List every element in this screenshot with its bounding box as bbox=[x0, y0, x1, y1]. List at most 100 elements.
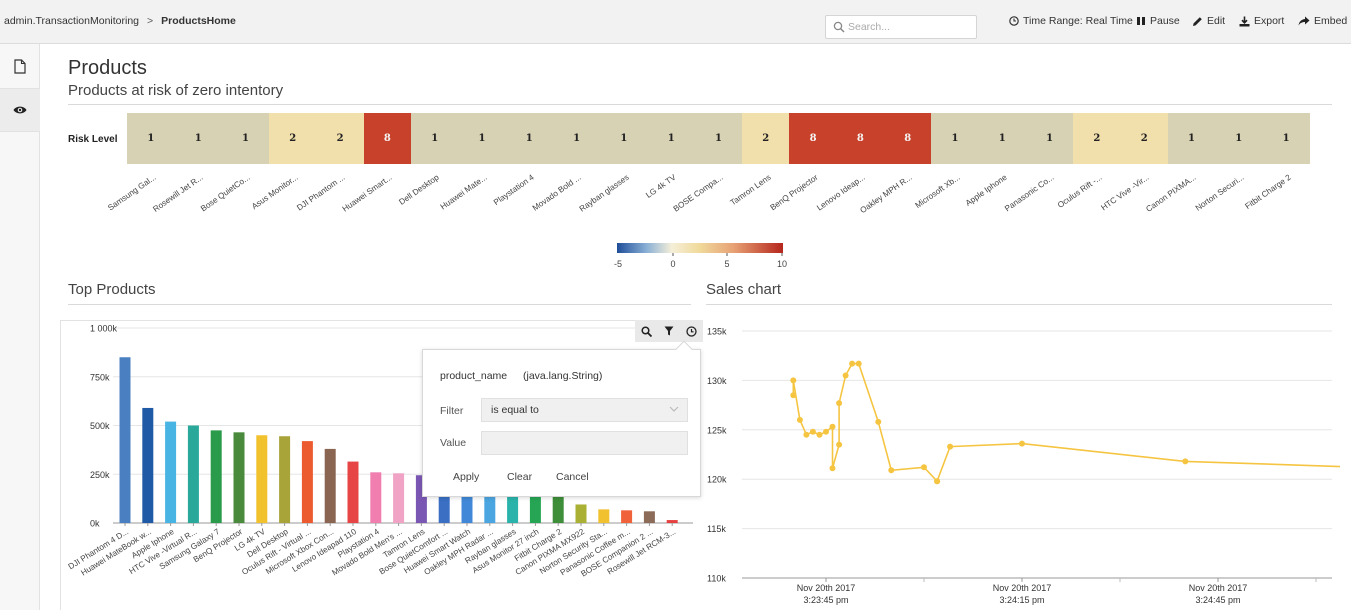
file-icon bbox=[14, 58, 26, 74]
x-tick-time: 3:23:45 pm bbox=[803, 595, 848, 605]
data-point[interactable] bbox=[947, 443, 954, 450]
heatmap-cell[interactable]: 1 bbox=[505, 113, 554, 164]
heatmap-cell[interactable]: 1 bbox=[552, 113, 601, 164]
pause-button[interactable]: Pause bbox=[1136, 15, 1180, 27]
edit-button[interactable]: Edit bbox=[1192, 15, 1225, 27]
clock-icon bbox=[1009, 16, 1019, 26]
bar[interactable] bbox=[643, 511, 655, 523]
heatmap-cell[interactable]: 1 bbox=[458, 113, 506, 164]
embed-button[interactable]: Embed bbox=[1298, 15, 1347, 27]
data-point[interactable] bbox=[934, 478, 941, 485]
heatmap-cell[interactable]: 8 bbox=[883, 113, 932, 164]
sidebar-item-view[interactable] bbox=[0, 88, 40, 132]
data-point[interactable] bbox=[849, 360, 856, 367]
legend-tick: 10 bbox=[776, 259, 787, 269]
data-point[interactable] bbox=[816, 431, 823, 438]
legend-tick: 0 bbox=[670, 259, 676, 269]
time-range-button[interactable]: Time Range: Real Time bbox=[1009, 15, 1133, 27]
bar[interactable] bbox=[575, 504, 587, 523]
heatmap-cell[interactable]: 1 bbox=[1167, 113, 1216, 164]
bar[interactable] bbox=[598, 509, 610, 523]
data-point[interactable] bbox=[829, 423, 836, 430]
bar[interactable] bbox=[393, 473, 405, 523]
data-point[interactable] bbox=[790, 377, 797, 384]
bar[interactable] bbox=[347, 461, 359, 523]
heatmap-cell[interactable]: 8 bbox=[789, 113, 837, 164]
bar[interactable] bbox=[324, 448, 336, 523]
filter-label: Filter bbox=[440, 405, 464, 417]
data-point[interactable] bbox=[823, 428, 829, 435]
breadcrumb-parent[interactable]: admin.TransactionMonitoring bbox=[4, 15, 139, 27]
y-tick-label: 135k bbox=[707, 327, 727, 337]
bar[interactable] bbox=[233, 432, 245, 523]
data-point[interactable] bbox=[790, 392, 797, 399]
heatmap-row-label: Risk Level bbox=[68, 134, 118, 145]
data-point[interactable] bbox=[809, 428, 816, 435]
export-button[interactable]: Export bbox=[1239, 15, 1284, 27]
bar[interactable] bbox=[301, 441, 313, 523]
pencil-icon bbox=[1193, 16, 1202, 26]
data-point[interactable] bbox=[836, 441, 843, 448]
legend-tick: -5 bbox=[613, 259, 622, 269]
sidebar bbox=[0, 44, 40, 610]
bar[interactable] bbox=[256, 435, 268, 523]
breadcrumb: admin.TransactionMonitoring > ProductsHome bbox=[4, 15, 236, 27]
heatmap-cell[interactable]: 1 bbox=[600, 113, 648, 164]
data-point[interactable] bbox=[875, 418, 882, 425]
clear-button[interactable]: Clear bbox=[507, 471, 532, 483]
data-point[interactable] bbox=[1019, 440, 1025, 447]
data-point[interactable] bbox=[855, 360, 862, 367]
data-point[interactable] bbox=[1182, 458, 1189, 465]
filter-operator-select[interactable]: is equal to bbox=[481, 398, 688, 422]
heatmap-cell[interactable]: 1 bbox=[1025, 113, 1074, 164]
y-tick-label: 250k bbox=[90, 470, 110, 480]
data-point[interactable] bbox=[888, 467, 895, 474]
data-point[interactable] bbox=[921, 464, 927, 471]
bar[interactable] bbox=[210, 430, 222, 523]
sidebar-item-document[interactable] bbox=[0, 44, 40, 88]
data-point[interactable] bbox=[796, 416, 803, 423]
bar[interactable] bbox=[119, 357, 131, 523]
heatmap-cell[interactable]: 1 bbox=[931, 113, 979, 164]
zoom-icon[interactable] bbox=[641, 325, 652, 337]
heatmap-cell[interactable]: 1 bbox=[221, 113, 270, 164]
bar[interactable] bbox=[279, 436, 291, 523]
heatmap-cell[interactable]: 2 bbox=[741, 113, 790, 164]
clock-icon[interactable] bbox=[686, 325, 697, 337]
bar[interactable] bbox=[370, 472, 382, 523]
data-point[interactable] bbox=[829, 465, 836, 472]
bar[interactable] bbox=[666, 520, 678, 523]
search-input[interactable] bbox=[848, 18, 968, 36]
search-box[interactable] bbox=[825, 15, 977, 39]
heatmap-cell[interactable]: 2 bbox=[316, 113, 364, 164]
bar[interactable] bbox=[621, 510, 633, 523]
filter-value-input[interactable] bbox=[481, 431, 688, 455]
data-point[interactable] bbox=[803, 431, 810, 438]
heatmap-cell[interactable]: 1 bbox=[174, 113, 223, 164]
heatmap-cell[interactable]: 8 bbox=[836, 113, 885, 164]
heatmap-cell[interactable]: 1 bbox=[127, 113, 175, 164]
apply-button[interactable]: Apply bbox=[453, 471, 479, 483]
filter-icon[interactable] bbox=[664, 326, 674, 336]
bar[interactable] bbox=[165, 421, 177, 523]
heatmap-cell[interactable]: 8 bbox=[363, 113, 412, 164]
bar[interactable] bbox=[142, 407, 154, 523]
breadcrumb-current: ProductsHome bbox=[161, 15, 236, 27]
heatmap-cell[interactable]: 2 bbox=[1073, 113, 1121, 164]
heatmap-cell[interactable]: 1 bbox=[647, 113, 696, 164]
data-point[interactable] bbox=[836, 400, 843, 407]
heatmap-cell[interactable]: 1 bbox=[978, 113, 1027, 164]
x-tick-date: Nov 20th 2017 bbox=[1189, 583, 1248, 593]
eye-icon bbox=[13, 106, 27, 114]
y-tick-label: 125k bbox=[707, 425, 727, 435]
heatmap-cell[interactable]: 1 bbox=[694, 113, 743, 164]
heatmap-cell[interactable]: 2 bbox=[268, 113, 317, 164]
heatmap-cell[interactable]: 2 bbox=[1120, 113, 1169, 164]
heatmap-cell[interactable]: 1 bbox=[410, 113, 459, 164]
heatmap-cell[interactable]: 1 bbox=[1262, 113, 1310, 164]
data-point[interactable] bbox=[842, 372, 849, 379]
cancel-button[interactable]: Cancel bbox=[556, 471, 589, 483]
heatmap-x-label: Samsung Gal... bbox=[105, 172, 158, 213]
bar[interactable] bbox=[187, 425, 199, 524]
heatmap-cell[interactable]: 1 bbox=[1214, 113, 1263, 164]
